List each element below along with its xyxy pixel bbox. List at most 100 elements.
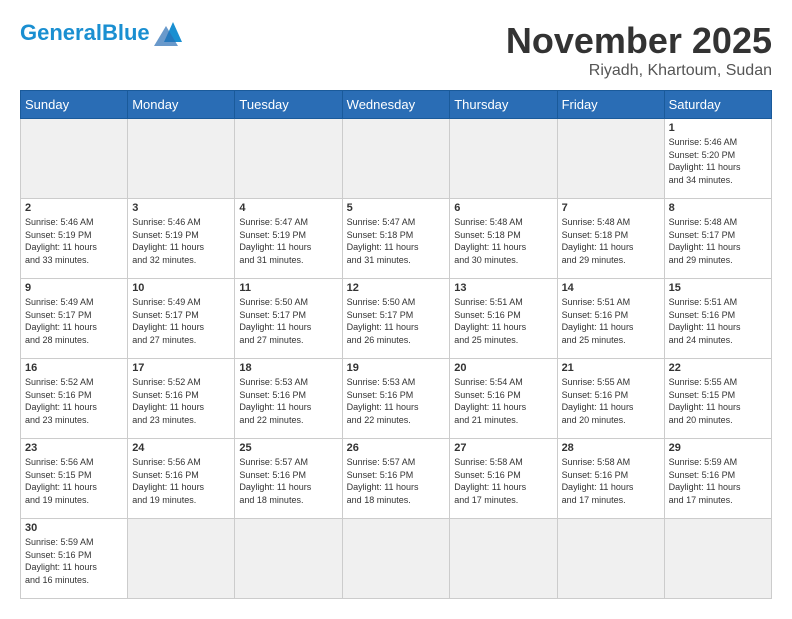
day-number: 13 (454, 282, 552, 294)
day-info: Sunrise: 5:57 AM Sunset: 5:16 PM Dayligh… (347, 456, 446, 506)
calendar-cell: 3 Sunrise: 5:46 AM Sunset: 5:19 PM Daylig… (128, 199, 235, 279)
day-info: Sunrise: 5:46 AM Sunset: 5:20 PM Dayligh… (669, 136, 767, 186)
day-number: 2 (25, 202, 123, 214)
day-info: Sunrise: 5:52 AM Sunset: 5:16 PM Dayligh… (132, 376, 230, 426)
day-number: 8 (669, 202, 767, 214)
calendar-cell: 6 Sunrise: 5:48 AM Sunset: 5:18 PM Daylig… (450, 199, 557, 279)
calendar-cell: 20Sunrise: 5:54 AM Sunset: 5:16 PM Dayli… (450, 359, 557, 439)
calendar-cell: 30 Sunrise: 5:59 AM Sunset: 5:16 PM Dayli… (21, 519, 128, 599)
day-info: Sunrise: 5:53 AM Sunset: 5:16 PM Dayligh… (347, 376, 446, 426)
day-number: 1 (669, 122, 767, 134)
calendar-cell: 23Sunrise: 5:56 AM Sunset: 5:15 PM Dayli… (21, 439, 128, 519)
day-header-thursday: Thursday (450, 91, 557, 119)
calendar-cell: 9Sunrise: 5:49 AM Sunset: 5:17 PM Daylig… (21, 279, 128, 359)
day-info: Sunrise: 5:56 AM Sunset: 5:15 PM Dayligh… (25, 456, 123, 506)
title-block: November 2025 Riyadh, Khartoum, Sudan (506, 20, 772, 80)
calendar-cell (342, 519, 450, 599)
day-number: 28 (562, 442, 660, 454)
day-number: 10 (132, 282, 230, 294)
calendar-cell (21, 119, 128, 199)
calendar-cell: 8 Sunrise: 5:48 AM Sunset: 5:17 PM Daylig… (664, 199, 771, 279)
calendar-cell: 25 Sunrise: 5:57 AM Sunset: 5:16 PM Dayli… (235, 439, 342, 519)
day-number: 3 (132, 202, 230, 214)
calendar-cell (450, 119, 557, 199)
day-info: Sunrise: 5:57 AM Sunset: 5:16 PM Dayligh… (239, 456, 337, 506)
day-number: 29 (669, 442, 767, 454)
week-row-4: 16 Sunrise: 5:52 AM Sunset: 5:16 PM Dayli… (21, 359, 772, 439)
calendar-cell: 12Sunrise: 5:50 AM Sunset: 5:17 PM Dayli… (342, 279, 450, 359)
day-number: 9 (25, 282, 123, 294)
calendar-cell (128, 519, 235, 599)
day-header-monday: Monday (128, 91, 235, 119)
calendar-cell: 27Sunrise: 5:58 AM Sunset: 5:16 PM Dayli… (450, 439, 557, 519)
day-number: 15 (669, 282, 767, 294)
calendar-cell: 11Sunrise: 5:50 AM Sunset: 5:17 PM Dayli… (235, 279, 342, 359)
day-info: Sunrise: 5:55 AM Sunset: 5:15 PM Dayligh… (669, 376, 767, 426)
page-header: GeneralBlue November 2025 Riyadh, Kharto… (20, 20, 772, 80)
calendar-cell: 26 Sunrise: 5:57 AM Sunset: 5:16 PM Dayli… (342, 439, 450, 519)
day-info: Sunrise: 5:52 AM Sunset: 5:16 PM Dayligh… (25, 376, 123, 426)
day-info: Sunrise: 5:48 AM Sunset: 5:17 PM Dayligh… (669, 216, 767, 266)
day-info: Sunrise: 5:58 AM Sunset: 5:16 PM Dayligh… (562, 456, 660, 506)
day-info: Sunrise: 5:49 AM Sunset: 5:17 PM Dayligh… (132, 296, 230, 346)
calendar-cell: 14Sunrise: 5:51 AM Sunset: 5:16 PM Dayli… (557, 279, 664, 359)
day-info: Sunrise: 5:47 AM Sunset: 5:18 PM Dayligh… (347, 216, 446, 266)
calendar-cell: 1 Sunrise: 5:46 AM Sunset: 5:20 PM Daylig… (664, 119, 771, 199)
day-number: 22 (669, 362, 767, 374)
calendar-cell (235, 519, 342, 599)
day-number: 16 (25, 362, 123, 374)
day-headers-row: SundayMondayTuesdayWednesdayThursdayFrid… (21, 91, 772, 119)
day-number: 26 (347, 442, 446, 454)
day-number: 24 (132, 442, 230, 454)
calendar-cell: 4Sunrise: 5:47 AM Sunset: 5:19 PM Daylig… (235, 199, 342, 279)
calendar-cell: 24 Sunrise: 5:56 AM Sunset: 5:16 PM Dayli… (128, 439, 235, 519)
day-header-friday: Friday (557, 91, 664, 119)
calendar-cell: 5 Sunrise: 5:47 AM Sunset: 5:18 PM Daylig… (342, 199, 450, 279)
day-info: Sunrise: 5:48 AM Sunset: 5:18 PM Dayligh… (562, 216, 660, 266)
day-info: Sunrise: 5:48 AM Sunset: 5:18 PM Dayligh… (454, 216, 552, 266)
day-number: 21 (562, 362, 660, 374)
day-info: Sunrise: 5:46 AM Sunset: 5:19 PM Dayligh… (25, 216, 123, 266)
day-header-tuesday: Tuesday (235, 91, 342, 119)
day-number: 20 (454, 362, 552, 374)
day-info: Sunrise: 5:56 AM Sunset: 5:16 PM Dayligh… (132, 456, 230, 506)
day-number: 5 (347, 202, 446, 214)
day-number: 12 (347, 282, 446, 294)
calendar-cell: 15 Sunrise: 5:51 AM Sunset: 5:16 PM Dayli… (664, 279, 771, 359)
calendar-cell: 2 Sunrise: 5:46 AM Sunset: 5:19 PM Daylig… (21, 199, 128, 279)
logo-icon (154, 18, 192, 46)
day-info: Sunrise: 5:59 AM Sunset: 5:16 PM Dayligh… (25, 536, 123, 586)
day-header-saturday: Saturday (664, 91, 771, 119)
calendar-cell (235, 119, 342, 199)
calendar-cell: 18Sunrise: 5:53 AM Sunset: 5:16 PM Dayli… (235, 359, 342, 439)
day-number: 6 (454, 202, 552, 214)
week-row-3: 9 Sunrise: 5:49 AM Sunset: 5:17 PM Daylig… (21, 279, 772, 359)
calendar-cell (450, 519, 557, 599)
calendar-cell (557, 519, 664, 599)
calendar-cell: 7 Sunrise: 5:48 AM Sunset: 5:18 PM Daylig… (557, 199, 664, 279)
day-number: 7 (562, 202, 660, 214)
day-number: 30 (25, 522, 123, 534)
day-number: 14 (562, 282, 660, 294)
day-number: 17 (132, 362, 230, 374)
calendar-table: SundayMondayTuesdayWednesdayThursdayFrid… (20, 90, 772, 599)
week-row-5: 23Sunrise: 5:56 AM Sunset: 5:15 PM Dayli… (21, 439, 772, 519)
calendar-cell: 21Sunrise: 5:55 AM Sunset: 5:16 PM Dayli… (557, 359, 664, 439)
week-row-2: 2 Sunrise: 5:46 AM Sunset: 5:19 PM Daylig… (21, 199, 772, 279)
calendar-cell: 22 Sunrise: 5:55 AM Sunset: 5:15 PM Dayli… (664, 359, 771, 439)
calendar-cell: 29Sunrise: 5:59 AM Sunset: 5:16 PM Dayli… (664, 439, 771, 519)
day-header-wednesday: Wednesday (342, 91, 450, 119)
day-number: 18 (239, 362, 337, 374)
day-number: 25 (239, 442, 337, 454)
calendar-cell: 13Sunrise: 5:51 AM Sunset: 5:16 PM Dayli… (450, 279, 557, 359)
calendar-cell: 28 Sunrise: 5:58 AM Sunset: 5:16 PM Dayli… (557, 439, 664, 519)
calendar-cell: 10 Sunrise: 5:49 AM Sunset: 5:17 PM Dayli… (128, 279, 235, 359)
calendar-cell (128, 119, 235, 199)
week-row-1: 1 Sunrise: 5:46 AM Sunset: 5:20 PM Daylig… (21, 119, 772, 199)
day-number: 27 (454, 442, 552, 454)
month-title: November 2025 (506, 20, 772, 62)
calendar-cell: 19Sunrise: 5:53 AM Sunset: 5:16 PM Dayli… (342, 359, 450, 439)
calendar-cell (342, 119, 450, 199)
day-info: Sunrise: 5:51 AM Sunset: 5:16 PM Dayligh… (669, 296, 767, 346)
day-info: Sunrise: 5:46 AM Sunset: 5:19 PM Dayligh… (132, 216, 230, 266)
